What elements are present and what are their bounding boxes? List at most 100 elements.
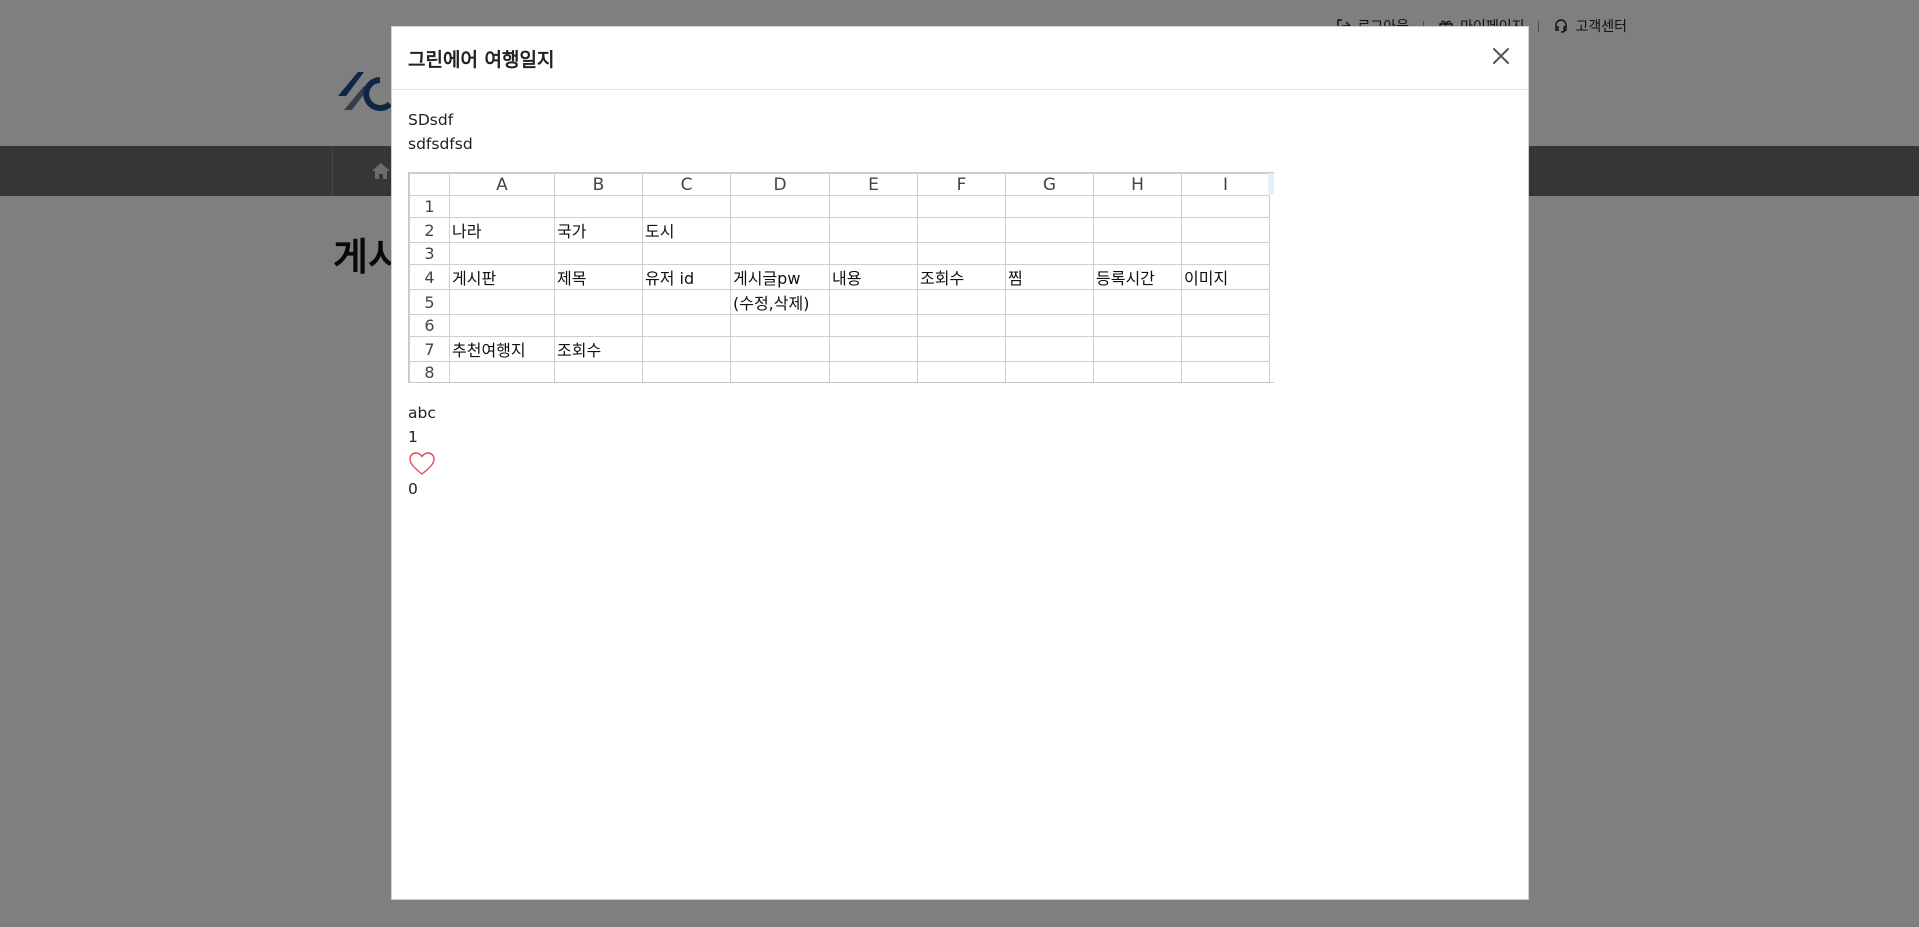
- sheet-cell: [1181, 195, 1270, 218]
- sheet-cell: [1093, 361, 1182, 382]
- sheet-cell: [554, 195, 643, 218]
- sheet-row-number: 8: [409, 361, 450, 382]
- modal-title: 그린에어 여행일지: [408, 49, 555, 71]
- sheet-cell: (수정,삭제): [730, 289, 830, 315]
- sheet-column-header: H: [1093, 173, 1182, 196]
- sheet-cell: [1093, 336, 1182, 362]
- sheet-row-number: 1: [409, 195, 450, 218]
- sheet-cell: [1005, 242, 1094, 265]
- spreadsheet-table: A B C D E F G H I 1 2 나라 국가 도시 3 4 게시판 제목 유저 id 게시글pw 내용 조회수 찜…: [409, 173, 1270, 382]
- sheet-cell: 내용: [829, 264, 918, 290]
- sheet-cell: [1093, 289, 1182, 315]
- sheet-row-number: 4: [409, 264, 450, 290]
- sheet-cell: [642, 242, 731, 265]
- sheet-cell: [1005, 314, 1094, 337]
- sheet-cell: [642, 289, 731, 315]
- sheet-cell: [1181, 336, 1270, 362]
- sheet-cell: [554, 242, 643, 265]
- sheet-cell: [917, 195, 1006, 218]
- sheet-cell: [449, 195, 555, 218]
- sheet-cell: [1005, 289, 1094, 315]
- sheet-edge: [1268, 173, 1274, 195]
- sheet-cell: [917, 289, 1006, 315]
- sheet-column-header: E: [829, 173, 918, 196]
- sheet-column-header: C: [642, 173, 731, 196]
- sheet-cell: 유저 id: [642, 264, 731, 290]
- sheet-cell: [829, 289, 918, 315]
- sheet-cell: [1093, 217, 1182, 243]
- sheet-row-number: 5: [409, 289, 450, 315]
- sheet-cell: [829, 336, 918, 362]
- sheet-cell: [642, 336, 731, 362]
- sheet-cell: 게시글pw: [730, 264, 830, 290]
- spreadsheet-image: A B C D E F G H I 1 2 나라 국가 도시 3 4 게시판 제목 유저 id 게시글pw 내용 조회수 찜…: [408, 172, 1274, 383]
- sheet-cell: 국가: [554, 217, 643, 243]
- sheet-row: 3: [409, 242, 1270, 265]
- heart-icon[interactable]: [408, 451, 436, 477]
- sheet-row: 6: [409, 314, 1270, 337]
- modal-body: SDsdf sdfsdfsd A B C D E F G H I 1 2 나라 국가 도시 3 4 게시판 제목 유…: [392, 90, 1528, 501]
- sheet-cell: [554, 314, 643, 337]
- sheet-cell: [1181, 289, 1270, 315]
- sheet-cell: [449, 314, 555, 337]
- post-text-line: SDsdf: [408, 111, 454, 129]
- sheet-row-number: 6: [409, 314, 450, 337]
- sheet-cell: [449, 242, 555, 265]
- sheet-cell: 제목: [554, 264, 643, 290]
- sheet-row: 4 게시판 제목 유저 id 게시글pw 내용 조회수 찜 등록시간 이미지: [409, 264, 1270, 290]
- sheet-cell: [554, 289, 643, 315]
- sheet-cell: [642, 361, 731, 382]
- sheet-cell: [730, 314, 830, 337]
- post-detail-modal: 그린에어 여행일지 SDsdf sdfsdfsd A B C D E F G H I 1 2 나라 국가…: [391, 26, 1529, 900]
- close-icon: [1493, 48, 1509, 64]
- sheet-column-header: B: [554, 173, 643, 196]
- sheet-cell: [917, 217, 1006, 243]
- sheet-cell: 나라: [449, 217, 555, 243]
- sheet-cell: [1181, 242, 1270, 265]
- sheet-cell: [1181, 314, 1270, 337]
- sheet-cell: [829, 242, 918, 265]
- sheet-cell: 이미지: [1181, 264, 1270, 290]
- sheet-cell: [1005, 217, 1094, 243]
- sheet-cell: [642, 314, 731, 337]
- sheet-column-header: I: [1181, 173, 1270, 196]
- sheet-cell: [730, 195, 830, 218]
- sheet-cell: [1005, 361, 1094, 382]
- sheet-cell: 추천여행지: [449, 336, 555, 362]
- like-count: 0: [408, 480, 418, 498]
- sheet-cell: 도시: [642, 217, 731, 243]
- sheet-row: 1: [409, 195, 1270, 218]
- sheet-column-header: G: [1005, 173, 1094, 196]
- sheet-cell: [730, 242, 830, 265]
- sheet-cell: [1005, 195, 1094, 218]
- sheet-cell: 조회수: [917, 264, 1006, 290]
- sheet-row: 2 나라 국가 도시: [409, 217, 1270, 243]
- sheet-cell: [917, 242, 1006, 265]
- sheet-cell: 게시판: [449, 264, 555, 290]
- sheet-cell: [730, 336, 830, 362]
- sheet-cell: [1093, 195, 1182, 218]
- sheet-column-header: A: [449, 173, 555, 196]
- post-text-line: 1: [408, 428, 418, 446]
- sheet-cell: [554, 361, 643, 382]
- sheet-cell: [829, 361, 918, 382]
- sheet-cell: [1093, 314, 1182, 337]
- sheet-row-number: 2: [409, 217, 450, 243]
- sheet-cell: 등록시간: [1093, 264, 1182, 290]
- sheet-header-row: ABCDEFGHI: [409, 173, 1270, 196]
- sheet-cell: [917, 336, 1006, 362]
- close-button[interactable]: [1488, 43, 1514, 69]
- sheet-cell: [449, 361, 555, 382]
- sheet-cell: [1181, 217, 1270, 243]
- post-text-line: abc: [408, 404, 436, 422]
- sheet-cell: [730, 361, 830, 382]
- sheet-row-number: 3: [409, 242, 450, 265]
- modal-header: 그린에어 여행일지: [392, 27, 1528, 90]
- sheet-column-header: D: [730, 173, 830, 196]
- sheet-row: 5 (수정,삭제): [409, 289, 1270, 315]
- post-text-line: sdfsdfsd: [408, 135, 473, 153]
- sheet-cell: [730, 217, 830, 243]
- sheet-cell: [1005, 336, 1094, 362]
- sheet-cell: [917, 314, 1006, 337]
- sheet-row: 7 추천여행지 조회수: [409, 336, 1270, 362]
